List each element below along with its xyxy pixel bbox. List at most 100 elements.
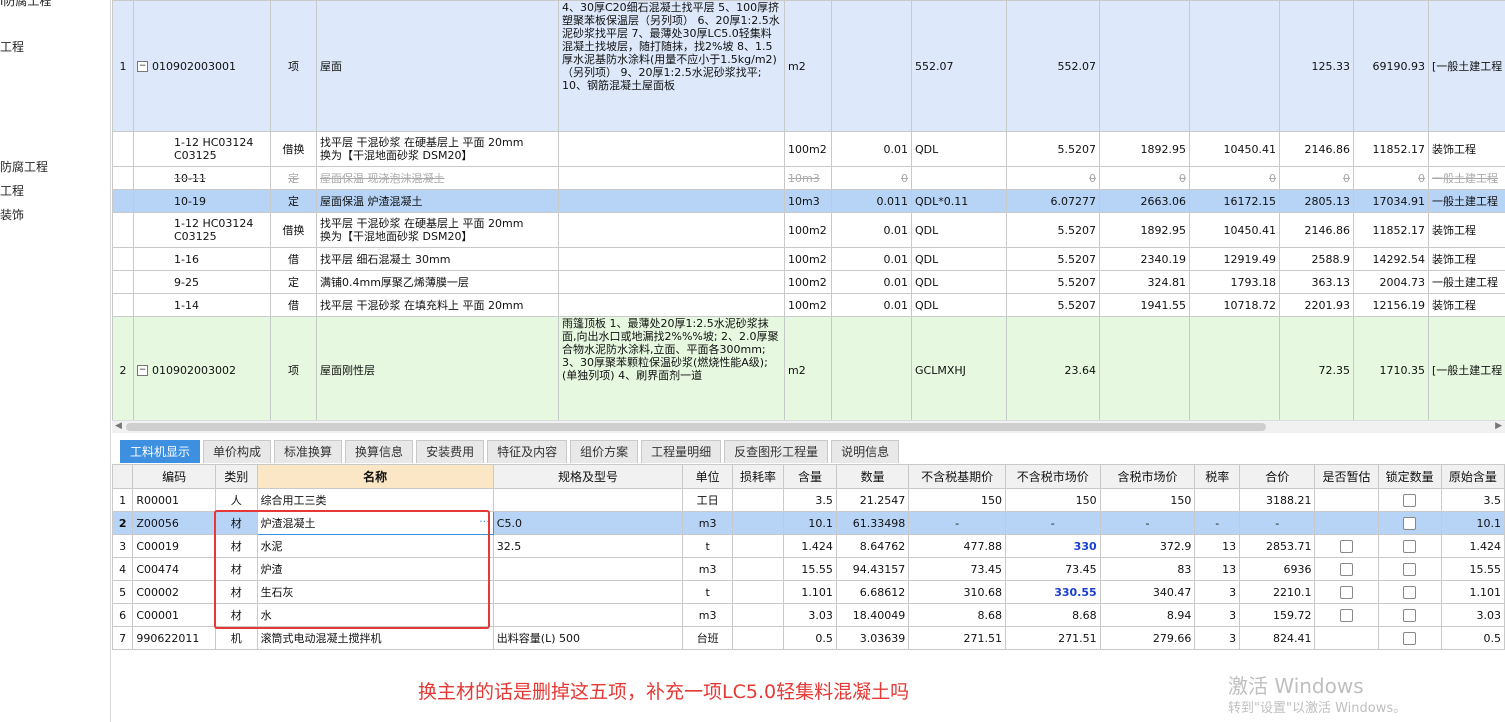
quantity-expression[interactable]: QDL [911, 293, 1007, 317]
bill-row[interactable]: 1-12 HC03124 C03125 借换 找平层 干混砂浆 在硬基层上 平面 2… [112, 131, 1505, 167]
loss-rate[interactable] [732, 557, 784, 581]
item-name[interactable]: 屋面保温 现浇泡沫混凝土 [316, 166, 559, 190]
bill-row[interactable]: 1-14 借找平层 干混砂浆 在填充料上 平面 20mm 100m2 0.01 QDL 5… [112, 293, 1505, 317]
item-name[interactable]: 屋面保温 炉渣混凝土 [316, 189, 559, 213]
item-code[interactable]: −010902003002 [133, 316, 271, 420]
resource-spec[interactable] [492, 580, 684, 604]
scroll-right-icon[interactable]: ▶ [1495, 421, 1502, 431]
resource-spec[interactable] [492, 603, 684, 627]
column-header[interactable]: 锁定数量 [1377, 464, 1442, 489]
checkbox-icon[interactable] [1403, 585, 1417, 599]
tab-unit-price[interactable]: 单价构成 [203, 440, 272, 463]
resource-code[interactable]: C00001 [132, 603, 216, 627]
tree-item[interactable]: 工程 [0, 182, 24, 199]
loss-rate[interactable] [732, 603, 784, 627]
item-name[interactable]: 找平层 干混砂浆 在填充料上 平面 20mm [316, 293, 559, 317]
tab-pricing-scheme[interactable]: 组价方案 [570, 440, 639, 463]
lock-checkbox-cell[interactable] [1377, 603, 1442, 627]
resource-code[interactable]: C00002 [132, 580, 216, 604]
resource-code[interactable]: C00019 [132, 534, 216, 558]
bill-row[interactable]: 10-19 定屋面保温 炉渣混凝土 10m3 0.011 QDL*0.11 6.07277… [112, 189, 1505, 213]
bill-row[interactable]: 1−010902003001 项屋面 4、30厚C20细石混凝土找平层 5、100厚… [112, 0, 1505, 132]
market-price[interactable]: 150 [1004, 488, 1101, 512]
estimate-checkbox-cell[interactable] [1314, 557, 1379, 581]
estimate-checkbox-cell[interactable] [1314, 488, 1379, 512]
tax-market-price[interactable]: 372.9 [1099, 534, 1196, 558]
resource-spec[interactable]: C5.0 [492, 511, 684, 535]
item-name[interactable]: 屋面刚性层 [316, 316, 559, 420]
tax-market-price[interactable]: 8.94 [1099, 603, 1196, 627]
item-code[interactable]: 1-16 [133, 247, 271, 271]
checkbox-icon[interactable] [1403, 539, 1417, 553]
tax-rate[interactable]: 3 [1194, 626, 1241, 650]
quantity-expression[interactable]: 552.07 [911, 0, 1007, 132]
bill-row[interactable]: 1-16 借找平层 细石混凝土 30mm 100m2 0.01 QDL 5.5207 234… [112, 247, 1505, 271]
item-features[interactable] [558, 212, 785, 248]
checkbox-icon[interactable] [1403, 493, 1417, 507]
resource-quantity[interactable]: 6.68612 [835, 580, 910, 604]
item-name[interactable]: 找平层 干混砂浆 在硬基层上 平面 20mm 换为【干混地面砂浆 DSM20】 [316, 131, 559, 167]
item-code[interactable]: 9-25 [133, 270, 271, 294]
column-header[interactable]: 税率 [1194, 464, 1241, 489]
lock-checkbox-cell[interactable] [1377, 534, 1442, 558]
checkbox-icon[interactable] [1403, 608, 1417, 622]
column-header[interactable]: 编码 [132, 464, 216, 489]
estimate-checkbox-cell[interactable] [1314, 626, 1379, 650]
estimate-checkbox-cell[interactable] [1314, 511, 1379, 535]
column-header[interactable]: 不含税基期价 [908, 464, 1006, 489]
tab-graphic-quantity[interactable]: 反查图形工程量 [724, 440, 829, 463]
collapse-icon[interactable]: − [137, 365, 148, 376]
tab-labor-material[interactable]: 工料机显示 [120, 440, 201, 463]
tree-item[interactable]: 防腐工程 [0, 158, 48, 175]
resource-content[interactable]: 10.1 [782, 511, 837, 535]
tax-rate[interactable]: 13 [1194, 534, 1241, 558]
column-header[interactable]: 数量 [835, 464, 910, 489]
column-header[interactable]: 名称 [256, 464, 494, 489]
item-code[interactable]: 1-12 HC03124 C03125 [133, 131, 271, 167]
horizontal-scrollbar[interactable]: ◀ ▶ [112, 420, 1505, 433]
checkbox-icon[interactable] [1340, 562, 1354, 576]
quantity-expression[interactable]: QDL*0.11 [911, 189, 1007, 213]
lock-checkbox-cell[interactable] [1377, 580, 1442, 604]
bill-row[interactable]: 9-25 定满铺0.4mm厚聚乙烯薄膜一层 100m2 0.01 QDL 5.5207 32… [112, 270, 1505, 294]
estimate-checkbox-cell[interactable] [1314, 580, 1379, 604]
column-header[interactable]: 单位 [682, 464, 734, 489]
column-header[interactable]: 不含税市场价 [1004, 464, 1101, 489]
market-price[interactable]: - [1004, 511, 1101, 535]
column-header[interactable] [111, 464, 134, 489]
resource-name[interactable]: 综合用工三类 [256, 488, 494, 512]
tax-market-price[interactable]: 340.47 [1099, 580, 1196, 604]
market-price[interactable]: 8.68 [1004, 603, 1101, 627]
lock-checkbox-cell[interactable] [1377, 626, 1442, 650]
resource-quantity[interactable]: 8.64762 [835, 534, 910, 558]
resource-code[interactable]: Z00056 [132, 511, 216, 535]
loss-rate[interactable] [732, 511, 784, 535]
item-code[interactable]: 1-12 HC03124 C03125 [133, 212, 271, 248]
resource-content[interactable]: 1.101 [782, 580, 837, 604]
item-features[interactable] [558, 189, 785, 213]
resource-row[interactable]: 7 990622011 机滚筒式电动混凝土搅拌机 出料容量(L) 500 台班 0.5 3.… [111, 626, 1505, 650]
quantity-expression[interactable]: QDL [911, 212, 1007, 248]
loss-rate[interactable] [732, 488, 784, 512]
checkbox-icon[interactable] [1340, 585, 1354, 599]
estimate-checkbox-cell[interactable] [1314, 534, 1379, 558]
column-header[interactable]: 含量 [782, 464, 837, 489]
item-name[interactable]: 找平层 细石混凝土 30mm [316, 247, 559, 271]
tax-rate[interactable]: 3 [1194, 603, 1241, 627]
market-price[interactable]: 73.45 [1004, 557, 1101, 581]
resource-quantity[interactable]: 94.43157 [835, 557, 910, 581]
tree-item[interactable]: 工程 [0, 38, 24, 55]
bill-row[interactable]: 2−010902003002 项屋面刚性层 雨篷顶板 1、最薄处20厚1:2.5水泥… [112, 316, 1505, 420]
resource-row[interactable]: 1 R00001 人综合用工三类 工日 3.5 21.2547 150 150 150 3188.… [111, 488, 1505, 512]
quantity-expression[interactable] [911, 166, 1007, 190]
tax-market-price[interactable]: - [1099, 511, 1196, 535]
scrollbar-thumb[interactable] [126, 423, 1266, 431]
tax-market-price[interactable]: 279.66 [1099, 626, 1196, 650]
column-header[interactable]: 含税市场价 [1099, 464, 1196, 489]
market-price[interactable]: 330 [1004, 534, 1101, 558]
resource-content[interactable]: 15.55 [782, 557, 837, 581]
quantity-expression[interactable]: QDL [911, 131, 1007, 167]
resource-quantity[interactable]: 3.03639 [835, 626, 910, 650]
bill-row[interactable]: 10-11 定屋面保温 现浇泡沫混凝土 10m3 0 0 0 0 0 0 一般土建工程 [112, 166, 1505, 190]
quantity-expression[interactable]: QDL [911, 270, 1007, 294]
